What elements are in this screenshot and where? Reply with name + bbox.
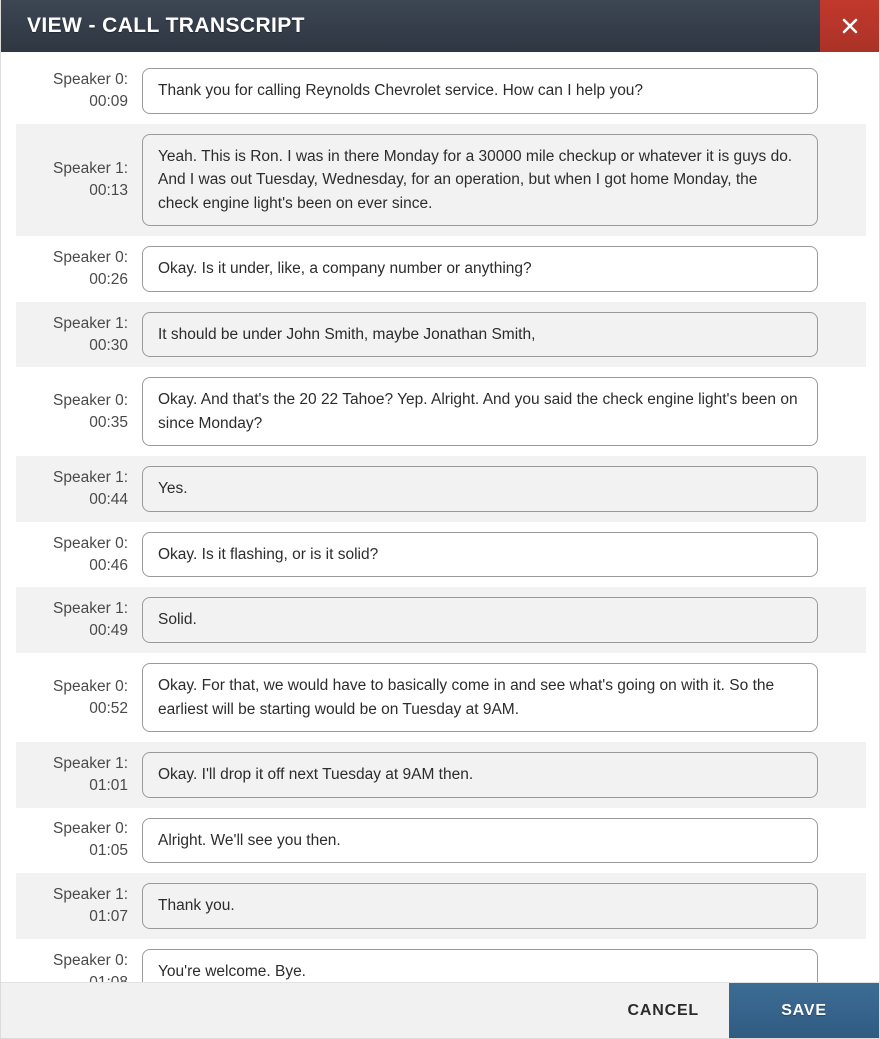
transcript-text-field[interactable]: Okay. Is it under, like, a company numbe… xyxy=(142,246,818,292)
modal-header: VIEW - CALL TRANSCRIPT xyxy=(1,0,879,52)
timestamp-label: 00:46 xyxy=(89,556,128,574)
speaker-meta: Speaker 0: 00:46 xyxy=(16,533,142,577)
cancel-button[interactable]: CANCEL xyxy=(598,983,729,1038)
timestamp-label: 00:13 xyxy=(89,181,128,199)
speaker-meta: Speaker 1: 00:44 xyxy=(16,467,142,511)
transcript-row: Speaker 0: 00:52 Okay. For that, we would … xyxy=(16,653,866,743)
transcript-text-field[interactable]: Okay. I'll drop it off next Tuesday at 9… xyxy=(142,752,818,798)
transcript-row: Speaker 1: 00:13 Yeah. This is Ron. I was … xyxy=(16,123,866,237)
transcript-scroll-area[interactable]: Speaker 0: 00:09 Thank you for calling Rey… xyxy=(1,52,879,982)
speaker-label: Speaker 0: xyxy=(53,391,128,409)
timestamp-label: 00:26 xyxy=(89,270,128,288)
transcript-row: Speaker 0: 00:09 Thank you for calling Rey… xyxy=(16,58,866,124)
transcript-row: Speaker 0: 00:26 Okay. Is it under, like, … xyxy=(16,236,866,302)
speaker-meta: Speaker 0: 00:26 xyxy=(16,247,142,291)
timestamp-label: 00:49 xyxy=(89,622,128,640)
speaker-label: Speaker 0: xyxy=(53,820,128,838)
speaker-label: Speaker 1: xyxy=(53,754,128,772)
page-title: VIEW - CALL TRANSCRIPT xyxy=(27,14,305,37)
transcript-row: Speaker 1: 00:30 It should be under John S… xyxy=(16,301,866,368)
call-transcript-modal: VIEW - CALL TRANSCRIPT Speaker 0: 00:09 Th… xyxy=(0,0,880,1039)
transcript-text-field[interactable]: Okay. Is it flashing, or is it solid? xyxy=(142,531,818,578)
speaker-label: Speaker 1: xyxy=(53,469,128,487)
speaker-meta: Speaker 1: 01:01 xyxy=(16,753,142,797)
speaker-meta: Speaker 0: 00:35 xyxy=(16,390,142,434)
speaker-meta: Speaker 1: 00:49 xyxy=(16,598,142,642)
save-button[interactable]: SAVE xyxy=(729,983,879,1038)
timestamp-label: 00:09 xyxy=(89,92,128,110)
speaker-label: Speaker 1: xyxy=(53,600,128,618)
transcript-row: Speaker 1: 01:07 Thank you. xyxy=(16,873,866,939)
speaker-meta: Speaker 1: 01:07 xyxy=(16,884,142,928)
transcript-text-field[interactable]: Yeah. This is Ron. I was in there Monday… xyxy=(142,133,818,227)
transcript-text-field[interactable]: Okay. And that's the 20 22 Tahoe? Yep. A… xyxy=(142,377,818,447)
speaker-label: Speaker 0: xyxy=(53,248,128,266)
speaker-meta: Speaker 0: 00:52 xyxy=(16,676,142,720)
transcript-row: Speaker 0: 00:35 Okay. And that's the 20 2… xyxy=(16,367,866,457)
transcript-text-field[interactable]: Thank you. xyxy=(142,883,818,929)
transcript-row: Speaker 1: 00:44 Yes. xyxy=(16,456,866,522)
transcript-text-field[interactable]: Solid. xyxy=(142,597,818,644)
speaker-label: Speaker 1: xyxy=(53,885,128,903)
transcript-text-field[interactable]: Yes. xyxy=(142,466,818,512)
speaker-label: Speaker 0: xyxy=(53,677,128,695)
timestamp-label: 00:30 xyxy=(89,336,128,354)
timestamp-label: 00:44 xyxy=(89,491,128,509)
modal-footer: CANCEL SAVE xyxy=(1,982,879,1038)
transcript-row: Speaker 1: 00:49 Solid. xyxy=(16,587,866,654)
transcript-list: Speaker 0: 00:09 Thank you for calling Rey… xyxy=(1,58,879,982)
speaker-meta: Speaker 0: 01:08 xyxy=(16,950,142,982)
transcript-row: Speaker 0: 00:46 Okay. Is it flashing, or … xyxy=(16,521,866,588)
close-icon xyxy=(840,16,860,36)
timestamp-label: 00:35 xyxy=(89,413,128,431)
timestamp-label: 01:08 xyxy=(16,972,128,982)
timestamp-label: 01:01 xyxy=(89,776,128,794)
transcript-text-field[interactable]: You're welcome. Bye. xyxy=(142,948,818,982)
speaker-label: Speaker 0: xyxy=(53,951,128,969)
speaker-meta: Speaker 1: 00:13 xyxy=(16,158,142,202)
transcript-row: Speaker 1: 01:01 Okay. I'll drop it off ne… xyxy=(16,742,866,808)
timestamp-label: 01:07 xyxy=(89,907,128,925)
timestamp-label: 01:05 xyxy=(89,842,128,860)
transcript-text-field[interactable]: Okay. For that, we would have to basical… xyxy=(142,663,818,733)
speaker-label: Speaker 1: xyxy=(53,314,128,332)
transcript-row: Speaker 0: 01:08 You're welcome. Bye. xyxy=(16,938,866,982)
speaker-label: Speaker 0: xyxy=(53,70,128,88)
transcript-text-field[interactable]: Alright. We'll see you then. xyxy=(142,817,818,864)
timestamp-label: 00:52 xyxy=(89,699,128,717)
speaker-label: Speaker 0: xyxy=(53,534,128,552)
speaker-meta: Speaker 0: 00:09 xyxy=(16,69,142,113)
speaker-meta: Speaker 1: 00:30 xyxy=(16,313,142,357)
transcript-row: Speaker 0: 01:05 Alright. We'll see you th… xyxy=(16,807,866,874)
speaker-label: Speaker 1: xyxy=(53,159,128,177)
transcript-text-field[interactable]: Thank you for calling Reynolds Chevrolet… xyxy=(142,68,818,114)
close-button[interactable] xyxy=(820,0,879,52)
speaker-meta: Speaker 0: 01:05 xyxy=(16,818,142,862)
transcript-text-field[interactable]: It should be under John Smith, maybe Jon… xyxy=(142,311,818,358)
